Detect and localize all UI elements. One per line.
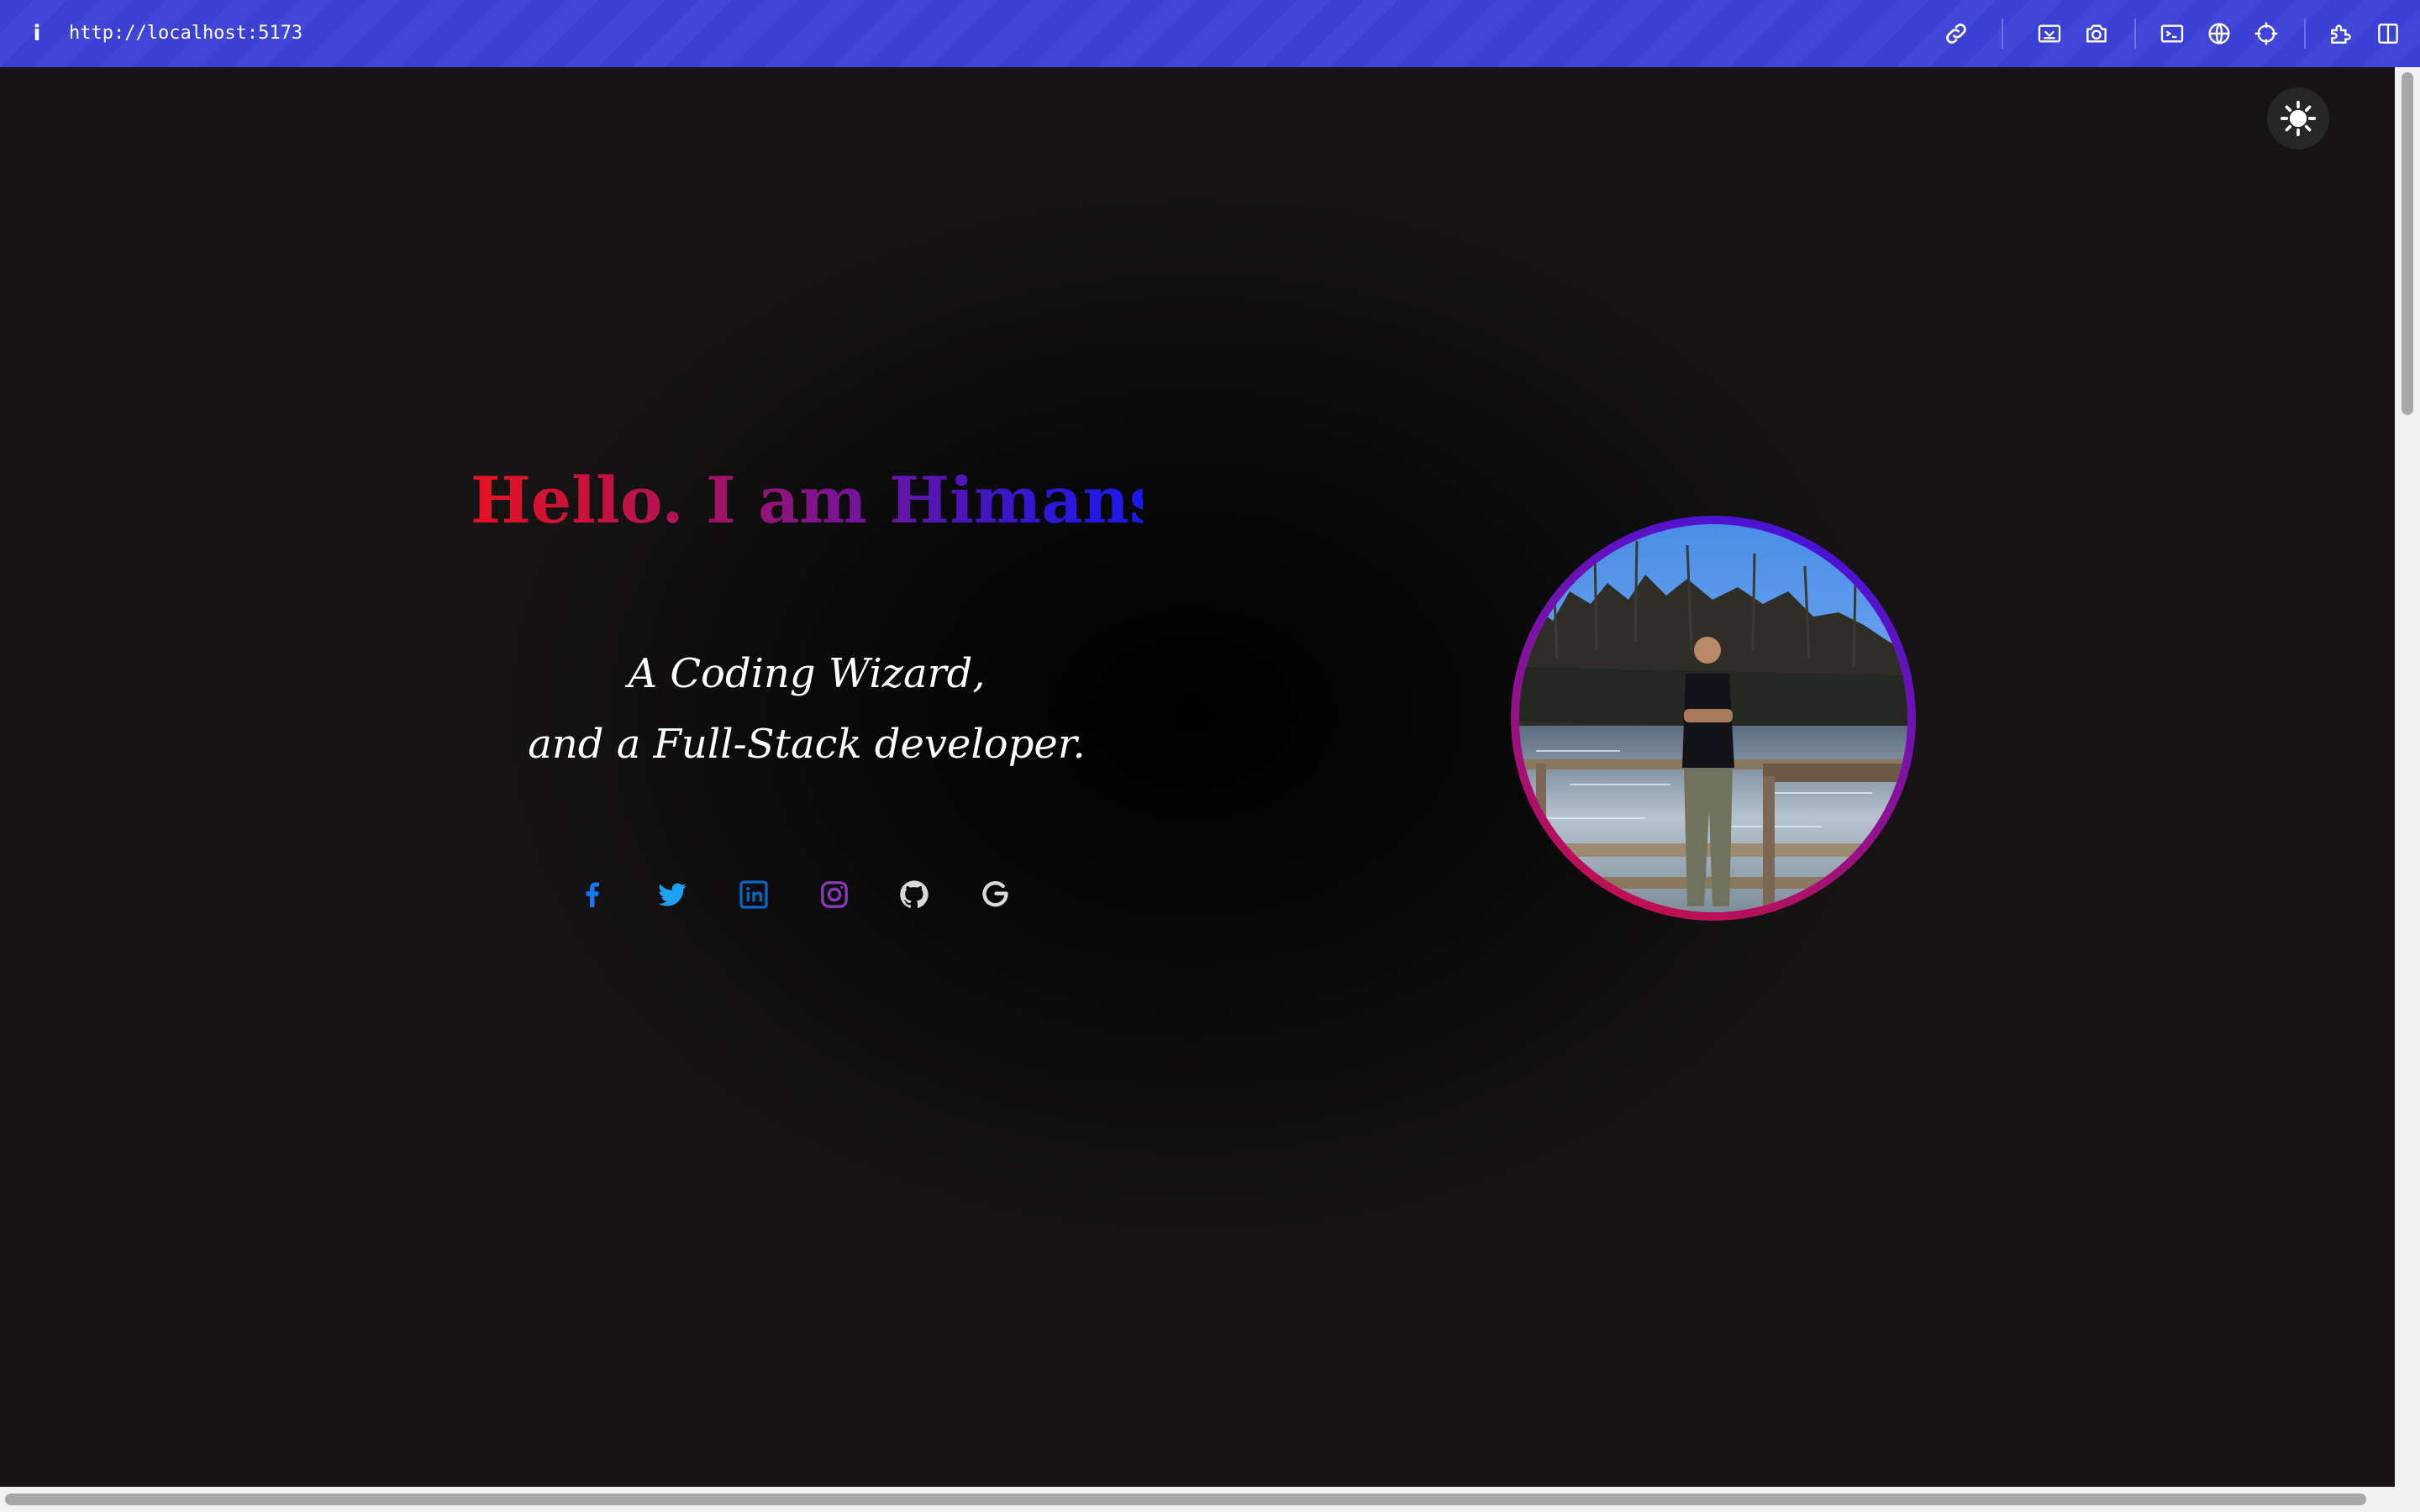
profile-photo — [1519, 524, 1907, 912]
google-link[interactable] — [975, 874, 1017, 916]
vertical-scrollbar[interactable] — [2395, 67, 2420, 1487]
toolbar-divider — [2304, 18, 2306, 49]
puzzle-icon[interactable] — [2324, 17, 2358, 50]
terminal-icon[interactable] — [2155, 17, 2189, 50]
google-icon — [982, 881, 1008, 907]
theme-toggle-button[interactable] — [2267, 87, 2329, 150]
link-icon[interactable] — [1939, 17, 1973, 50]
horizontal-scrollbar[interactable] — [0, 1487, 2420, 1512]
github-icon — [900, 880, 929, 908]
twitter-icon — [658, 883, 687, 906]
address-bar[interactable]: http://localhost:5173 — [69, 17, 302, 50]
twitter-link[interactable] — [651, 874, 693, 916]
facebook-link[interactable] — [571, 874, 613, 916]
vertical-scroll-thumb[interactable] — [2402, 72, 2413, 415]
split-view-icon[interactable] — [2371, 17, 2405, 50]
facebook-icon — [586, 882, 599, 907]
camera-icon[interactable] — [2080, 17, 2113, 50]
page-content: Hello. I am Himanshu, A Coding Wizard, a… — [0, 67, 2395, 1487]
sun-icon — [2280, 100, 2317, 137]
instagram-icon — [821, 881, 848, 908]
crosshair-icon[interactable] — [2249, 17, 2283, 50]
instagram-link[interactable] — [813, 874, 855, 916]
browser-toolbar: i http://localhost:5173 — [0, 0, 2420, 67]
info-icon[interactable]: i — [25, 17, 49, 50]
subtitle-line-2: and a Full-Stack developer. — [528, 721, 1086, 768]
linkedin-link[interactable] — [733, 874, 775, 916]
github-link[interactable] — [893, 874, 935, 916]
profile-photo-frame — [1511, 516, 1916, 921]
linkedin-icon — [739, 880, 768, 909]
social-links — [571, 857, 1042, 932]
horizontal-scroll-thumb[interactable] — [5, 1494, 2366, 1505]
toolbar-divider — [2002, 18, 2003, 49]
screencast-icon[interactable] — [2033, 17, 2066, 50]
subtitle-line-1: A Coding Wizard, — [628, 650, 986, 697]
hero-subtitle: A Coding Wizard, and a Full-Stack develo… — [471, 638, 1143, 780]
globe-icon[interactable] — [2202, 17, 2236, 50]
hero-headline: Hello. I am Himanshu, — [471, 463, 1281, 538]
toolbar-divider — [2134, 18, 2136, 49]
